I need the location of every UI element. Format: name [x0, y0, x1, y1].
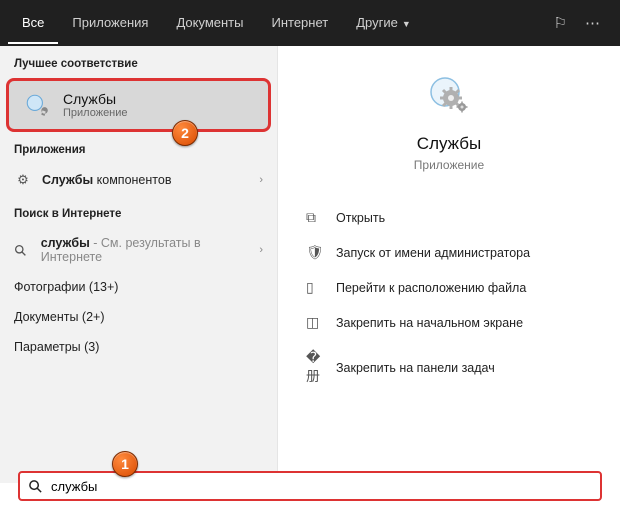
search-box[interactable]	[18, 471, 602, 501]
chevron-right-icon: ›	[259, 244, 263, 256]
result-photos[interactable]: Фотографии (13+)	[0, 272, 277, 302]
open-icon: ⧉	[306, 209, 324, 226]
action-pin-to-taskbar[interactable]: �册 Закрепить на панели задач	[278, 340, 620, 395]
result-settings[interactable]: Параметры (3)	[0, 332, 277, 362]
preview-subtitle: Приложение	[278, 158, 620, 172]
apps-section-label: Приложения	[0, 132, 277, 164]
annotation-badge-2: 2	[172, 120, 198, 146]
result-documents[interactable]: Документы (2+)	[0, 302, 277, 332]
gear-icon: ⚙	[14, 172, 32, 188]
more-options-icon[interactable]: ⋯	[585, 14, 600, 32]
folder-icon: ▯	[306, 279, 324, 296]
tab-internet[interactable]: Интернет	[257, 3, 342, 44]
search-icon	[14, 244, 31, 257]
result-web-search[interactable]: службы - См. результаты в Интернете ›	[0, 228, 277, 272]
result-title: Службы	[63, 91, 128, 107]
tab-all[interactable]: Все	[8, 3, 58, 44]
search-icon	[28, 479, 43, 494]
preview-panel: Службы Приложение ⧉ Открыть 🛡 Запуск от …	[278, 46, 620, 483]
pin-start-icon: ◫	[306, 314, 324, 331]
services-app-icon	[425, 72, 473, 120]
chevron-right-icon: ›	[259, 174, 263, 186]
result-app-components[interactable]: ⚙ Службы компонентов ›	[0, 164, 277, 196]
tab-apps[interactable]: Приложения	[58, 3, 162, 44]
action-pin-to-start[interactable]: ◫ Закрепить на начальном экране	[278, 305, 620, 340]
web-section-label: Поиск в Интернете	[0, 196, 277, 228]
search-input[interactable]	[51, 479, 592, 494]
chevron-down-icon: ▼	[402, 19, 411, 29]
action-open[interactable]: ⧉ Открыть	[278, 200, 620, 235]
tab-more[interactable]: Другие▼	[342, 3, 425, 44]
best-match-result[interactable]: Службы Приложение	[6, 78, 271, 132]
results-panel: Лучшее соответствие Службы Приложение Пр…	[0, 46, 278, 483]
best-match-label: Лучшее соответствие	[0, 46, 277, 78]
action-run-as-admin[interactable]: 🛡 Запуск от имени администратора	[278, 235, 620, 270]
services-gear-icon	[23, 91, 51, 119]
result-subtitle: Приложение	[63, 107, 128, 119]
preview-title: Службы	[278, 134, 620, 154]
search-category-tabs: Все Приложения Документы Интернет Другие…	[0, 0, 620, 46]
annotation-badge-1: 1	[112, 451, 138, 477]
feedback-icon[interactable]: ⚐	[554, 14, 567, 32]
action-open-file-location[interactable]: ▯ Перейти к расположению файла	[278, 270, 620, 305]
admin-shield-icon: 🛡	[306, 244, 324, 261]
tab-documents[interactable]: Документы	[162, 3, 257, 44]
pin-taskbar-icon: �册	[306, 349, 324, 386]
